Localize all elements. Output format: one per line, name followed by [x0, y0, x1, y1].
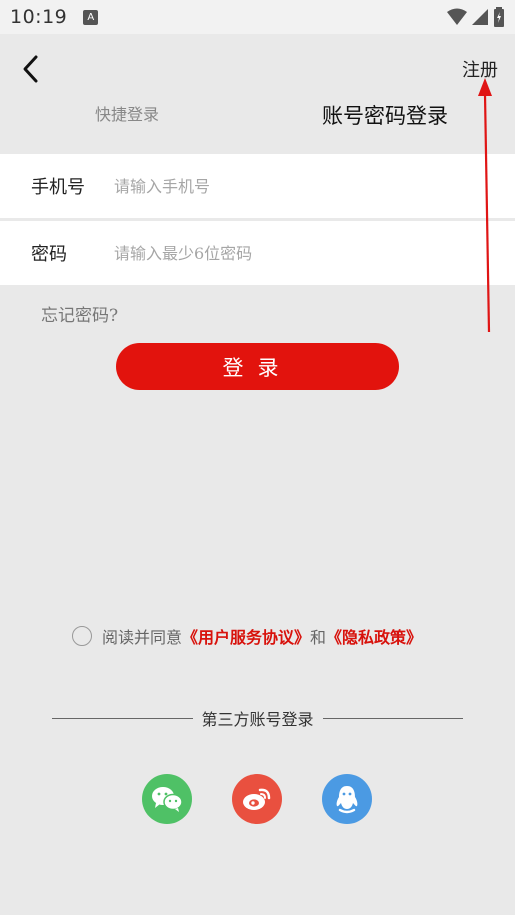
password-input[interactable]	[114, 233, 474, 273]
notification-a-icon: A	[83, 9, 99, 25]
phone-input[interactable]	[114, 166, 474, 206]
status-bar: 10:19 A	[0, 0, 515, 34]
divider-line-right	[322, 717, 464, 719]
third-party-title: 第三方账号登录	[201, 710, 314, 729]
agreement-row: 阅读并同意 《用户服务协议》 和 《隐私政策》	[72, 624, 422, 648]
signal-icon	[472, 9, 488, 25]
divider-line-left	[52, 717, 193, 719]
wifi-icon	[447, 8, 467, 25]
phone-label: 手机号	[31, 177, 85, 198]
chevron-left-icon	[23, 55, 38, 83]
weibo-icon	[243, 788, 271, 810]
annotation-arrow-icon	[478, 78, 492, 333]
third-party-divider: 第三方账号登录	[52, 706, 464, 730]
battery-icon	[494, 7, 504, 27]
user-service-agreement-link[interactable]: 《用户服务协议》	[182, 624, 310, 648]
qq-login-button[interactable]	[322, 774, 372, 824]
tab-account-password-login[interactable]: 账号密码登录	[322, 100, 448, 130]
back-button[interactable]	[18, 54, 44, 84]
weibo-login-button[interactable]	[232, 774, 282, 824]
status-icons	[447, 7, 505, 27]
wechat-login-button[interactable]	[142, 774, 192, 824]
agreement-conjunction: 和	[310, 628, 327, 647]
password-label: 密码	[31, 244, 67, 265]
qq-icon	[336, 786, 358, 814]
tab-quick-login[interactable]: 快捷登录	[95, 101, 159, 125]
agreement-prefix: 阅读并同意	[102, 628, 183, 647]
login-button[interactable]: 登录	[116, 343, 399, 390]
privacy-policy-link[interactable]: 《隐私政策》	[326, 624, 422, 648]
agreement-radio[interactable]	[72, 626, 92, 646]
password-row: 密码	[0, 221, 515, 285]
phone-row: 手机号	[0, 154, 515, 218]
forgot-password-link[interactable]: 忘记密码?	[41, 301, 118, 326]
wechat-icon	[152, 787, 183, 812]
status-time: 10:19	[10, 6, 68, 28]
